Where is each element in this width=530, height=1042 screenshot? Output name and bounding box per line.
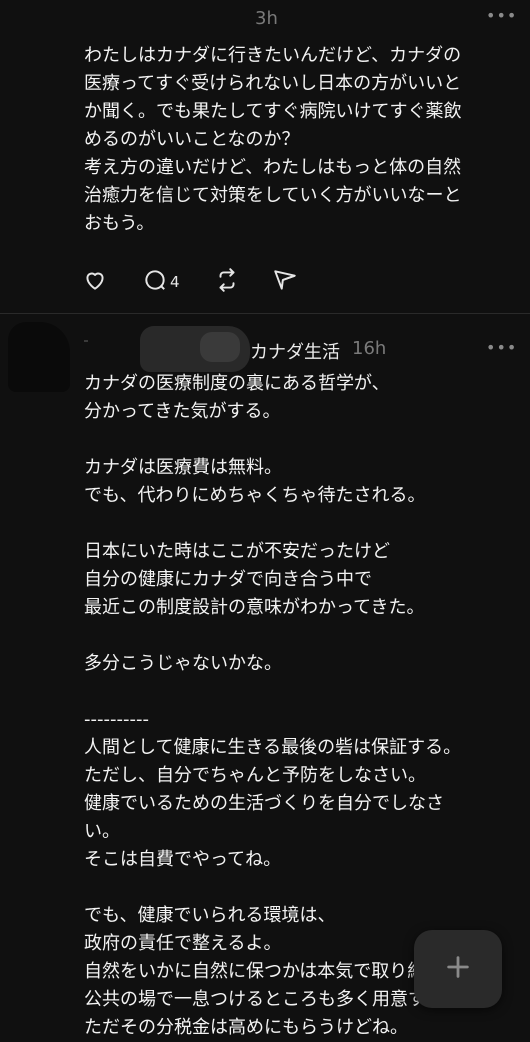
post-actions: 4: [82, 266, 322, 298]
post-text: わたしはカナダに行きたいんだけど、カナダの 医療ってすぐ受けられないし日本の方が…: [84, 45, 462, 234]
redaction-mark: [84, 340, 88, 342]
more-options-button[interactable]: •••: [486, 6, 517, 25]
heart-icon: [82, 267, 108, 297]
avatar[interactable]: [8, 322, 70, 392]
like-button[interactable]: [82, 266, 108, 298]
comment-icon: [142, 267, 168, 297]
post-2: カナダ生活 16h ••• カナダの医療制度の裏にある哲学が、 分かってきた気が…: [0, 314, 530, 1038]
repost-button[interactable]: [214, 266, 240, 298]
send-icon: [272, 267, 298, 297]
compose-button[interactable]: [414, 930, 502, 1008]
more-options-button[interactable]: •••: [486, 338, 517, 357]
share-button[interactable]: [272, 266, 298, 298]
post-1: 3h ••• わたしはカナダに行きたいんだけど、カナダの 医療ってすぐ受けられな…: [0, 0, 530, 314]
redacted-username-detail: [200, 332, 240, 362]
reply-count: 4: [170, 273, 180, 291]
repost-icon: [214, 267, 240, 297]
post-time: 16h: [352, 338, 387, 359]
reply-button[interactable]: 4: [142, 266, 180, 298]
plus-icon: [444, 953, 472, 985]
post-time: 3h: [255, 8, 278, 29]
post-author[interactable]: カナダ生活: [250, 338, 340, 364]
